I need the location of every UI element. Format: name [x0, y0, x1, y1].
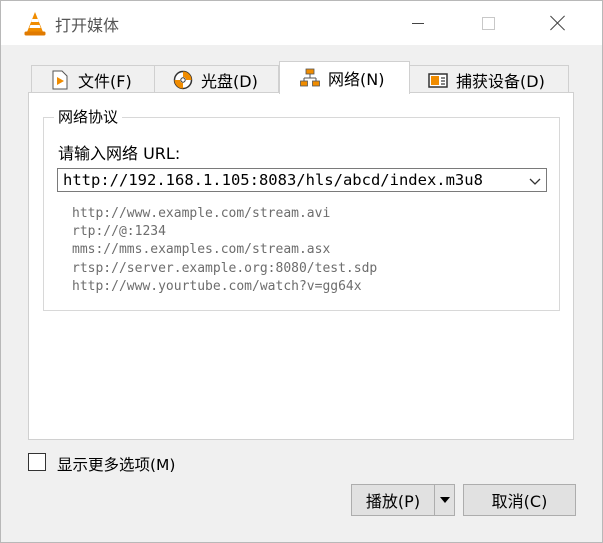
url-label: 请输入网络 URL:: [58, 144, 181, 163]
tab-network-label: 网络(N): [328, 70, 385, 89]
chevron-down-icon[interactable]: [528, 173, 542, 187]
example-url: http://www.yourtube.com/watch?v=gg64x: [72, 278, 362, 294]
tab-capture-device[interactable]: 捕获设备(D): [409, 65, 569, 93]
tab-network[interactable]: 网络(N): [279, 61, 410, 94]
play-dropdown-button[interactable]: [434, 484, 455, 516]
example-url: http://www.example.com/stream.avi: [72, 206, 331, 221]
url-combobox[interactable]: http://192.168.1.105:8083/hls/abcd/index…: [57, 168, 547, 192]
tab-disc-label: 光盘(D): [201, 71, 258, 91]
tab-file-label: 文件(F): [78, 71, 132, 91]
url-input[interactable]: http://192.168.1.105:8083/hls/abcd/index…: [63, 171, 483, 189]
maximize-button[interactable]: [465, 1, 511, 45]
example-url: mms://mms.examples.com/stream.asx: [72, 242, 331, 258]
network-icon: [300, 68, 320, 88]
close-icon: [550, 15, 566, 31]
file-play-icon: [50, 70, 70, 90]
url-examples: http://www.example.com/stream.avi rtp://…: [72, 205, 377, 296]
network-protocol-group: 网络协议 请输入网络 URL: http://192.168.1.105:808…: [43, 106, 560, 311]
maximize-icon: [481, 16, 495, 30]
play-button[interactable]: 播放(P): [351, 484, 435, 516]
group-title: 网络协议: [54, 106, 123, 127]
open-media-dialog: 打开媒体 文件(F) 光盘(D) 网络(N) 捕获设备(D) 网络协议 请输入网…: [0, 0, 603, 543]
tab-file[interactable]: 文件(F): [31, 65, 155, 93]
show-more-options-checkbox[interactable]: [28, 453, 46, 471]
minimize-icon: [412, 22, 424, 24]
cancel-button[interactable]: 取消(C): [463, 484, 576, 516]
vlc-cone-icon: [23, 11, 47, 37]
show-more-options-label[interactable]: 显示更多选项(M): [57, 453, 175, 475]
dropdown-arrow-icon: [439, 497, 450, 503]
close-button[interactable]: [535, 1, 581, 45]
network-tab-panel: 网络协议 请输入网络 URL: http://192.168.1.105:808…: [28, 92, 574, 440]
example-url: rtp://@:1234: [72, 224, 166, 240]
tab-capture-device-label: 捕获设备(D): [456, 71, 545, 91]
title-bar[interactable]: 打开媒体: [1, 1, 602, 45]
example-url: rtsp://server.example.org:8080/test.sdp: [72, 260, 378, 276]
minimize-button[interactable]: [395, 1, 441, 45]
capture-device-icon: [428, 70, 448, 90]
disc-icon: [173, 70, 193, 90]
tab-disc[interactable]: 光盘(D): [154, 65, 279, 93]
window-title: 打开媒体: [55, 16, 120, 35]
cancel-button-label: 取消(C): [491, 492, 548, 511]
play-button-label: 播放(P): [365, 492, 421, 511]
